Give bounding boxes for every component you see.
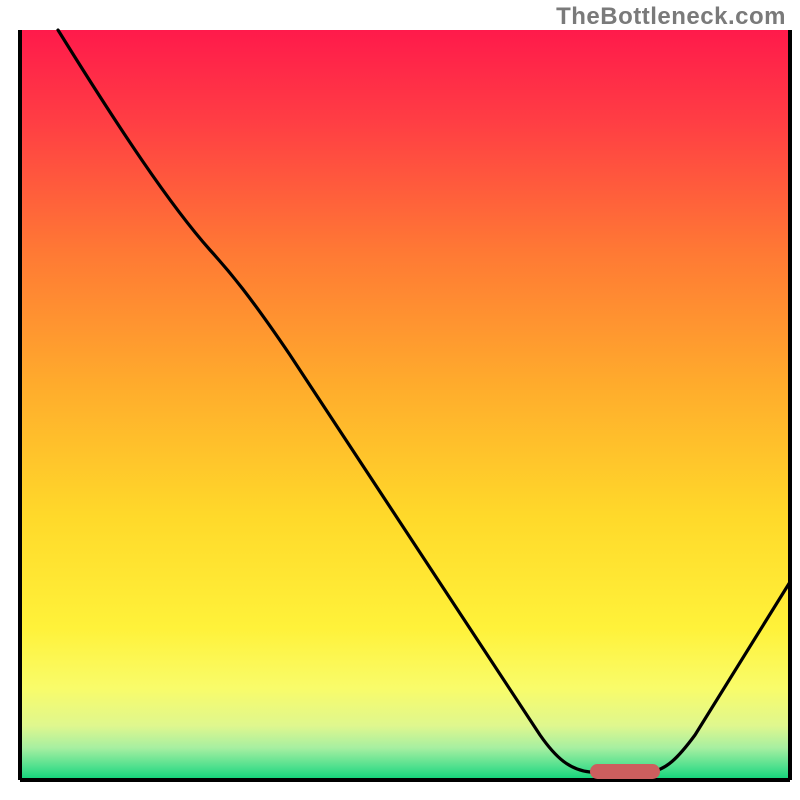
watermark-text: TheBottleneck.com [556,3,786,31]
chart-root: TheBottleneck.com [0,0,800,800]
bottleneck-gradient [22,30,788,778]
